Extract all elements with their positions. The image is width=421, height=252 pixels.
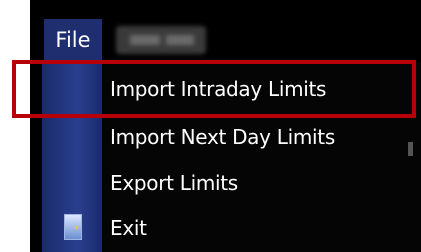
- door-exit-icon: [64, 214, 82, 240]
- menu-item-import-next-day-limits[interactable]: Import Next Day Limits: [110, 117, 335, 157]
- menu-item-redacted[interactable]: [116, 26, 206, 54]
- menu-file[interactable]: File: [44, 19, 102, 61]
- menu-item-export-limits[interactable]: Export Limits: [110, 163, 238, 203]
- redacted-text-block: [166, 35, 194, 45]
- background-fragment: [408, 142, 413, 156]
- highlight-annotation-box: [12, 60, 416, 118]
- redacted-text-block: [130, 35, 160, 45]
- menu-item-exit[interactable]: Exit: [110, 208, 147, 248]
